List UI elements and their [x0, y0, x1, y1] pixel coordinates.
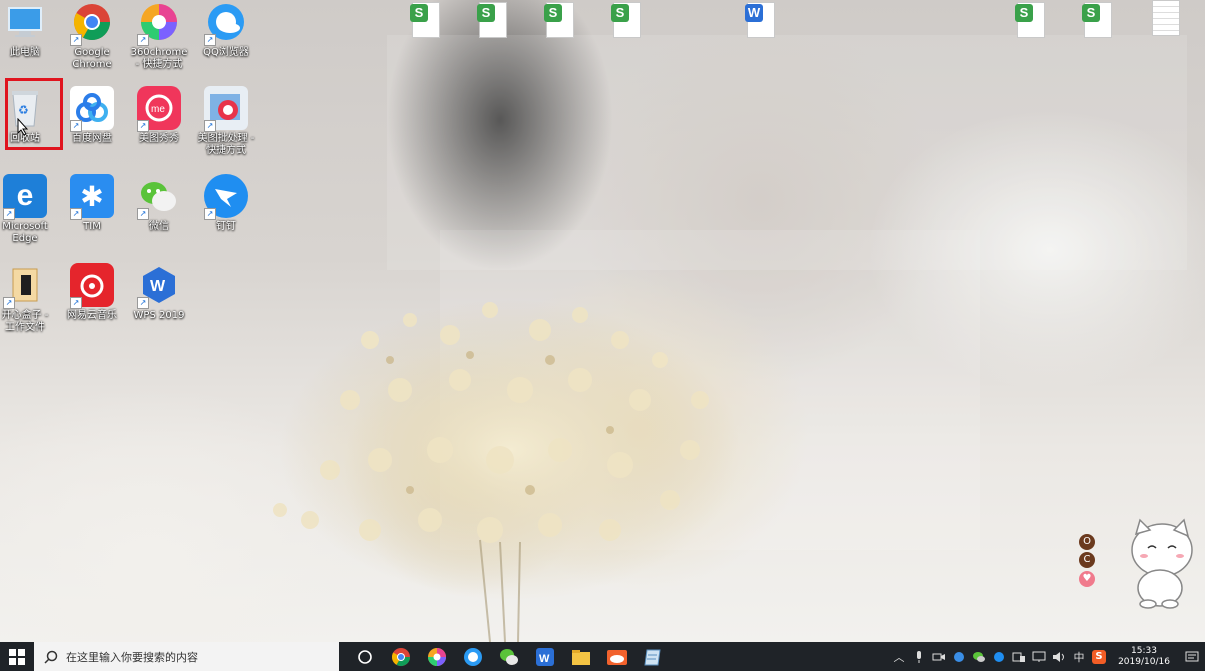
- device-icon[interactable]: [1009, 642, 1029, 671]
- chevron-up-icon: ︿: [893, 650, 905, 664]
- taskbar: 在这里输入你要搜索的内容 W ︿ 中 S 15:33 2019/10/16: [0, 642, 1205, 671]
- spreadsheet-file-icon[interactable]: S: [544, 2, 574, 38]
- cortana-button[interactable]: [347, 642, 383, 671]
- wps-icon: W: [536, 647, 554, 666]
- search-placeholder: 在这里输入你要搜索的内容: [66, 650, 198, 664]
- windows-logo-icon: [9, 648, 25, 665]
- desktop-icon-this-pc[interactable]: 此电脑: [0, 0, 58, 59]
- clock-date: 2019/10/16: [1118, 656, 1170, 667]
- desktop-icon-qq-browser[interactable]: ↗ QQ浏览器: [193, 0, 259, 59]
- search-icon: [44, 650, 58, 664]
- computer-icon: [3, 0, 47, 44]
- desktop-icon-tim[interactable]: ✱ ↗ TIM: [59, 174, 125, 233]
- folder-icon: [572, 649, 590, 665]
- sogou-input-icon[interactable]: S: [1089, 642, 1109, 671]
- action-center-button[interactable]: [1179, 642, 1205, 671]
- taskbar-cloud-app[interactable]: [599, 642, 635, 671]
- network-icon[interactable]: [1029, 642, 1049, 671]
- wechat-icon: [500, 648, 518, 665]
- dingtalk-icon: ↗: [204, 174, 248, 220]
- desktop-icon-happy-box[interactable]: ↗ 开心盒子 - 工作文件: [0, 263, 58, 334]
- netease-music-icon: ↗: [70, 263, 114, 309]
- spreadsheet-file-icon[interactable]: S: [1015, 2, 1045, 38]
- notification-icon: [1185, 651, 1199, 661]
- system-tray: ︿ 中 S 15:33 2019/10/16: [889, 642, 1205, 671]
- taskbar-wps[interactable]: W: [527, 642, 563, 671]
- taskbar-clock[interactable]: 15:33 2019/10/16: [1115, 646, 1173, 668]
- desktop-icon-microsoft-edge[interactable]: e ↗ Microsoft Edge: [0, 174, 58, 245]
- desktop-icon-baidu-netdisk[interactable]: ↗ 百度网盘: [59, 86, 125, 145]
- baidu-netdisk-icon: ↗: [70, 86, 114, 132]
- spreadsheet-file-icon[interactable]: S: [477, 2, 507, 38]
- taskbar-chrome[interactable]: [383, 642, 419, 671]
- svg-text:me: me: [151, 104, 165, 115]
- taskbar-notepad[interactable]: [635, 642, 671, 671]
- desktop-icon-netease-music[interactable]: ↗ 网易云音乐: [59, 263, 125, 322]
- wechat-tray-icon[interactable]: [969, 642, 989, 671]
- wechat-icon: ↗: [137, 174, 181, 220]
- meitu-batch-icon: ↗: [204, 86, 248, 132]
- camera-icon[interactable]: [929, 642, 949, 671]
- taskbar-qq-browser[interactable]: [455, 642, 491, 671]
- desktop-icon-dingtalk[interactable]: ↗ 钉钉: [193, 174, 259, 233]
- taskbar-wechat[interactable]: [491, 642, 527, 671]
- meitu-icon: me ↗: [137, 86, 181, 132]
- desktop-icon-meitu-batch[interactable]: ↗ 美图批处理 - 快捷方式: [193, 86, 259, 157]
- desktop-icon-meitu[interactable]: me ↗ 美图秀秀: [126, 86, 192, 145]
- widget-button[interactable]: C: [1079, 552, 1095, 568]
- svg-text:♻: ♻: [18, 103, 29, 117]
- text-file-icon[interactable]: [1150, 0, 1180, 36]
- tim-icon: ✱ ↗: [70, 174, 114, 220]
- circle-icon: [358, 649, 372, 664]
- dingtalk-tray-icon[interactable]: [989, 642, 1009, 671]
- chrome-icon: ↗: [70, 0, 114, 46]
- spreadsheet-file-icon[interactable]: S: [611, 2, 641, 38]
- qq-browser-icon: ↗: [204, 0, 248, 46]
- flower-bouquet-image: [273, 300, 740, 642]
- widget-heart-button[interactable]: ♥: [1079, 571, 1095, 587]
- 360chrome-icon: [428, 647, 446, 666]
- desktop-icon-recycle-bin[interactable]: ♻ 回收站: [0, 86, 58, 145]
- cat-pet-icon[interactable]: [1122, 518, 1200, 610]
- 360chrome-icon: ↗: [137, 0, 181, 46]
- widget-button[interactable]: O: [1079, 534, 1095, 550]
- taskbar-search-box[interactable]: 在这里输入你要搜索的内容: [34, 642, 339, 671]
- desktop-icon-google-chrome[interactable]: ↗ Google Chrome: [59, 0, 125, 71]
- svg-text:W: W: [150, 278, 166, 295]
- desktop-icon-wechat[interactable]: ↗ 微信: [126, 174, 192, 233]
- spreadsheet-file-icon[interactable]: S: [1082, 2, 1112, 38]
- chrome-icon: [391, 647, 410, 666]
- mouse-cursor-icon: [17, 118, 29, 136]
- happy-box-icon: ↗: [3, 263, 47, 309]
- desktop-icon-wps[interactable]: W ↗ WPS 2019: [126, 263, 192, 322]
- cloud-icon: [607, 649, 627, 665]
- notepad-icon: [644, 649, 661, 665]
- qq-browser-icon: [464, 647, 482, 666]
- input-method-indicator[interactable]: 中: [1069, 642, 1089, 671]
- wps-icon: W ↗: [137, 263, 181, 309]
- svg-text:W: W: [539, 653, 550, 665]
- edge-icon: e ↗: [3, 174, 47, 220]
- taskbar-file-explorer[interactable]: [563, 642, 599, 671]
- desktop-icon-360chrome[interactable]: ↗ 360chrome - 快捷方式: [126, 0, 192, 71]
- start-button[interactable]: [0, 642, 34, 671]
- word-file-icon[interactable]: W: [745, 2, 775, 38]
- spreadsheet-file-icon[interactable]: S: [410, 2, 440, 38]
- volume-icon[interactable]: [1049, 642, 1069, 671]
- clock-time: 15:33: [1131, 645, 1157, 656]
- microphone-icon[interactable]: [909, 642, 929, 671]
- desktop: S S S S W S S 此电脑 ↗ Google Chrome ↗ 360c…: [0, 0, 1205, 642]
- taskbar-360chrome[interactable]: [419, 642, 455, 671]
- show-hidden-icons-button[interactable]: ︿: [889, 642, 909, 671]
- app-tray-icon[interactable]: [949, 642, 969, 671]
